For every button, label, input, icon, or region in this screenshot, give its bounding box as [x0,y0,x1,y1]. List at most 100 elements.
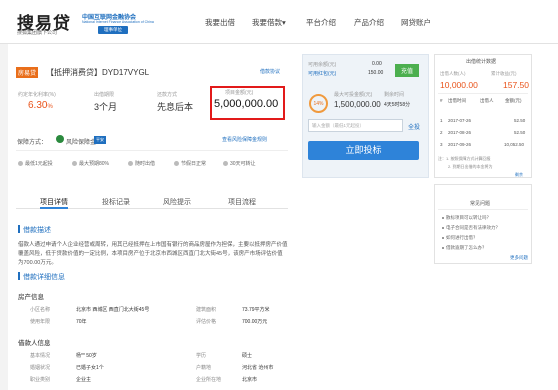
count-label: 出借人数(人) [440,71,466,76]
agreement-link[interactable]: 借款协议 [260,68,280,75]
nav-products[interactable]: 产品介绍 [354,17,384,28]
person-value: 硕士 [242,353,253,359]
stats-row-amount: 52.50 [514,130,526,135]
faq-item[interactable]: 电子合同是否有法律效力？ [442,225,500,231]
repay-value: 先息后本 [157,102,194,112]
nav-platform[interactable]: 平台介绍 [306,17,336,28]
bullet-icon [442,236,444,239]
person-label: 婚姻状况 [30,365,51,371]
amount-input[interactable]: 输入金额（最低1元起投） [308,119,403,132]
time-label: 剩余时间 [384,92,405,98]
faq-divider [438,209,528,210]
faq-item[interactable]: 借款逾期了怎么办？ [442,245,487,251]
risk-rule-link[interactable]: 查看风险保障金规则 [222,136,267,143]
rate-unit: % [47,104,53,110]
stats-title: 出借统计数据 [466,59,497,65]
stats-row-amount: 10,052.50 [504,142,525,147]
tab-risk[interactable]: 风险提示 [163,197,191,207]
faq-item[interactable]: 如何进行出借？ [442,235,478,241]
member-badge: 理事单位 [98,26,128,34]
card-divider [16,150,288,151]
header-divider [0,43,558,44]
stats-row-time: 2017-09-26 [448,142,472,147]
person-value: 河北省 沧州市 [242,365,274,371]
person-label: 户籍地 [196,365,212,371]
avail-value: 0.00 [372,61,382,67]
nav-lend[interactable]: 我要出借 [205,17,235,28]
person-value: 企业主 [76,377,92,383]
faq-panel [434,184,532,264]
house-label: 建筑面积 [196,307,217,313]
nav-borrow-label: 我要借款 [252,18,282,27]
stats-remark[interactable]: 剩余 [515,172,523,178]
faq-title: 常见问题 [470,201,491,207]
income-value: 157.50 [503,80,529,90]
invest-all-link[interactable]: 全投 [408,122,420,131]
feature-max: 最大预期80% [72,160,109,167]
amount-label: 项目金额(元) [225,90,254,96]
tab-records[interactable]: 投标记录 [102,197,130,207]
feature-transfer: 30天可转让 [223,160,256,167]
desc-text: 借款人通过申请个人企业经营或周转，用其已经抵押在上市国有银行的商品房屋作为担保，… [18,242,288,266]
bullet-icon [442,216,444,219]
term-label: 出借期限 [94,92,115,98]
clock-icon [128,161,133,167]
product-tag: 房易贷 [16,67,39,78]
person-value: 北京市 [242,377,258,383]
count-value: 10,000.00 [440,80,478,90]
feature-min-label: 最低1元起投 [25,161,53,167]
nav-account[interactable]: 网贷账户 [401,17,431,28]
shield-icon [56,135,64,143]
stats-row-amount: 52.50 [514,118,526,123]
person-value: 已婚子女1个 [76,365,104,371]
stats-row-no: 1 [440,118,443,123]
loan-title: 【抵押消费贷】DYD17VYGL [46,68,150,77]
person-label: 基本情况 [30,353,51,359]
feature-anytime: 随时出借 [128,160,155,167]
person-label: 学历 [196,353,207,359]
coupon-value: 150.00 [368,70,384,76]
stats-row-time: 2017-07-26 [448,118,472,123]
guarantee-value: 风险保障金 [66,140,97,146]
faq-more-link[interactable]: 更多问题 [510,255,528,261]
max-label: 最大可投金额(元) [334,92,373,98]
feature-transfer-label: 30天可转让 [230,161,256,167]
nav-borrow[interactable]: 我要借款▾ [252,17,286,28]
term-value: 3个月 [94,102,118,112]
tab-process[interactable]: 项目流程 [228,197,256,207]
guarantee-label: 保障方式： [17,140,48,146]
progress-value: 14% [313,100,324,107]
bullet-icon [442,246,444,249]
invest-button[interactable]: 立即投标 [308,141,419,160]
tab-details[interactable]: 项目详情 [40,197,68,209]
stats-row-no: 2 [440,130,443,135]
faq-item[interactable]: 散标项目可以转让吗？ [442,215,491,221]
house-label: 评估价格 [196,319,217,325]
feature-max-label: 最大预期80% [79,161,110,167]
coupon-label[interactable]: 可用红包(元) [308,70,336,77]
person-label: 职业类别 [30,377,51,383]
faq-item-label: 电子合同是否有法律效力？ [446,225,500,230]
transfer-icon [223,161,228,167]
stats-header-time: 出借时间 [448,98,466,103]
house-value: 70年 [76,319,87,325]
stats-row-time: 2017-08-26 [448,130,472,135]
detail-title: 借款详细信息 [23,274,65,281]
feature-anytime-label: 随时出借 [135,161,156,167]
stats-note-2: 2. 到期日出借的本金将为 [448,164,493,169]
desc-title-bar [18,225,20,233]
stats-header-amount: 金额(元) [505,98,522,103]
feature-min: 最低1元起投 [18,160,53,167]
detail-title-bar [18,272,20,280]
avail-label: 可用余额(元) [308,62,337,68]
stats-header-no: # [440,98,443,103]
house-value: 北京市 西城区 西直门北大街45号 [76,307,150,313]
chevron-down-icon: ▾ [282,18,286,27]
income-label: 累计收益(元) [491,71,517,76]
max-value: 1,500,000.00 [334,100,381,109]
calendar-icon [174,161,179,167]
repay-label: 还款方式 [157,92,178,98]
rate-label: 约定年化利率(%) [18,92,56,98]
coin-icon [18,161,23,167]
recharge-button[interactable]: 充值 [395,64,420,77]
